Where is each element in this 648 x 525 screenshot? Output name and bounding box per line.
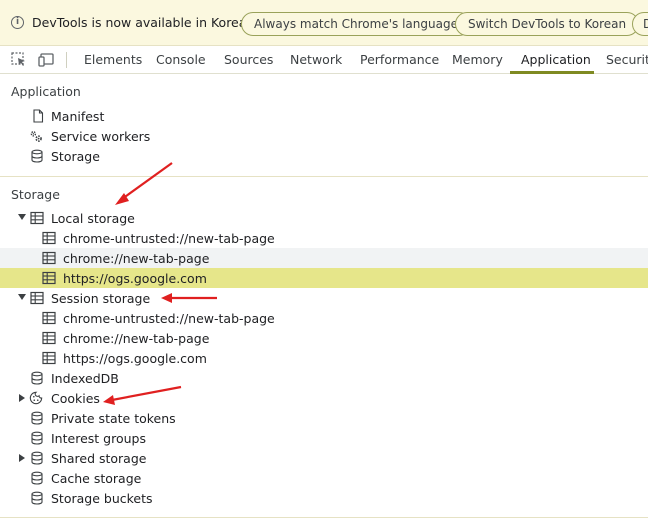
tab-sources[interactable]: Sources (224, 46, 273, 73)
application-section-title: Application (11, 84, 81, 99)
tree-item-label: chrome-untrusted://new-tab-page (63, 311, 275, 326)
tab-elements[interactable]: Elements (84, 46, 142, 73)
database-icon (31, 149, 43, 163)
tab-network[interactable]: Network (290, 46, 342, 73)
tree-item-manifest[interactable]: Manifest (0, 106, 648, 126)
active-tab-indicator (510, 71, 594, 74)
toolbar-separator (66, 52, 67, 68)
tree-item-label: Session storage (51, 291, 151, 306)
tree-item-storage[interactable]: Storage (0, 146, 648, 166)
tree-item-local-chrome-new-tab[interactable]: chrome://new-tab-page (0, 248, 648, 268)
expand-triangle-icon[interactable] (18, 214, 26, 220)
tab-memory[interactable]: Memory (452, 46, 503, 73)
database-icon (31, 431, 43, 445)
switch-to-korean-button[interactable]: Switch DevTools to Korean (455, 12, 640, 36)
database-icon (31, 371, 43, 385)
tree-item-session-ogs-google[interactable]: https://ogs.google.com (0, 348, 648, 368)
tree-item-cache-storage[interactable]: Cache storage (0, 468, 648, 488)
tree-item-indexeddb[interactable]: IndexedDB (0, 368, 648, 388)
tree-item-label: IndexedDB (51, 371, 119, 386)
gears-icon (30, 131, 42, 142)
table-icon (42, 311, 56, 325)
tree-item-session-chrome-new-tab[interactable]: chrome://new-tab-page (0, 328, 648, 348)
device-toolbar-icon[interactable] (38, 52, 54, 67)
language-infobar: i DevTools is now available in Korean! A… (0, 0, 648, 46)
database-icon (31, 411, 43, 425)
tree-item-label: Manifest (51, 109, 105, 124)
table-icon (30, 291, 44, 305)
tab-application[interactable]: Application (521, 46, 591, 73)
tree-item-label: chrome://new-tab-page (63, 331, 210, 346)
tree-item-label: chrome-untrusted://new-tab-page (63, 231, 275, 246)
table-icon (42, 331, 56, 345)
tree-item-label: Cookies (51, 391, 100, 406)
cookie-icon (29, 391, 43, 405)
tree-item-label: chrome://new-tab-page (63, 251, 210, 266)
table-icon (42, 271, 56, 285)
tree-item-label: Service workers (51, 129, 151, 144)
tab-security[interactable]: Security (606, 46, 648, 73)
tree-item-service-workers[interactable]: Service workers (0, 126, 648, 146)
tree-item-interest-groups[interactable]: Interest groups (0, 428, 648, 448)
info-icon: i (11, 16, 24, 29)
tree-item-private-state-tokens[interactable]: Private state tokens (0, 408, 648, 428)
table-icon (30, 211, 44, 225)
tree-item-local-storage[interactable]: Local storage (0, 208, 648, 228)
document-icon (33, 109, 44, 123)
tab-console[interactable]: Console (156, 46, 206, 73)
tree-item-session-storage[interactable]: Session storage (0, 288, 648, 308)
devtools-tab-bar: Elements Console Sources Network Perform… (0, 46, 648, 74)
tree-item-label: Interest groups (51, 431, 146, 446)
table-icon (42, 351, 56, 365)
tab-performance[interactable]: Performance (360, 46, 439, 73)
tree-item-local-chrome-untrusted[interactable]: chrome-untrusted://new-tab-page (0, 228, 648, 248)
expand-triangle-icon[interactable] (19, 394, 25, 402)
database-icon (31, 451, 43, 465)
tree-item-storage-buckets[interactable]: Storage buckets (0, 488, 648, 508)
database-icon (31, 471, 43, 485)
expand-triangle-icon[interactable] (18, 294, 26, 300)
always-match-language-button[interactable]: Always match Chrome's language (241, 12, 471, 36)
tree-item-cookies[interactable]: Cookies (0, 388, 648, 408)
tree-item-label: Shared storage (51, 451, 147, 466)
expand-triangle-icon[interactable] (19, 454, 25, 462)
tree-item-label: Local storage (51, 211, 135, 226)
tree-item-label: https://ogs.google.com (63, 351, 207, 366)
database-icon (31, 491, 43, 505)
inspect-element-icon[interactable] (11, 52, 27, 67)
annotation-arrow-local-storage (115, 162, 173, 205)
section-divider (0, 176, 648, 177)
tree-item-label: Private state tokens (51, 411, 176, 426)
tree-item-local-ogs-google[interactable]: https://ogs.google.com (0, 268, 648, 288)
infobar-message: DevTools is now available in Korean! (32, 15, 260, 30)
tree-item-label: Cache storage (51, 471, 142, 486)
tree-item-shared-storage[interactable]: Shared storage (0, 448, 648, 468)
storage-section-title: Storage (11, 187, 60, 202)
tree-item-label: Storage (51, 149, 100, 164)
tree-item-session-chrome-untrusted[interactable]: chrome-untrusted://new-tab-page (0, 308, 648, 328)
section-divider (0, 517, 648, 518)
tree-item-label: Storage buckets (51, 491, 153, 506)
table-icon (42, 251, 56, 265)
tree-item-label: https://ogs.google.com (63, 271, 207, 286)
table-icon (42, 231, 56, 245)
